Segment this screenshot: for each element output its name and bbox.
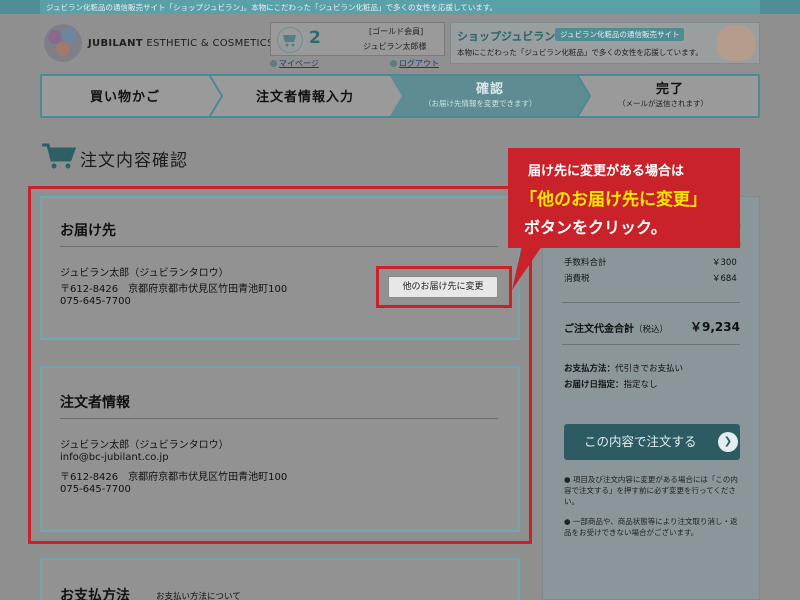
step-confirm: 確認 <box>476 82 505 97</box>
logo-petal-icon <box>56 42 70 56</box>
callout-emphasis: 「他のお届け先に変更」 <box>520 190 707 210</box>
logo-petal-icon <box>62 28 76 42</box>
person-icon <box>270 60 277 67</box>
shop-banner[interactable]: ショップジュビラン ジュビラン化粧品の通信販売サイト 本物にこだわった「ジュビラ… <box>450 22 760 64</box>
summary-fee-label: 手数料合計 <box>564 258 607 268</box>
cart-icon <box>277 27 303 53</box>
delivery-date-value: 指定なし <box>623 380 658 390</box>
step-confirm-sub: （お届け先情報を変更できます） <box>424 99 537 108</box>
summary-total-value: ￥9,234 <box>690 320 740 334</box>
summary-note-1: ● 項目及び注文内容に変更がある場合には「この内容で注文する」を押す前に必ず変更… <box>564 475 738 506</box>
step-orderer-info: 注文者情報入力 <box>256 90 355 105</box>
summary-tax-value: ￥684 <box>712 274 737 284</box>
cart-icon-svg <box>283 35 296 47</box>
payment-info-link[interactable]: お支払い方法について <box>156 590 241 600</box>
summary-note-2: ● 一部商品や、商品状態等により注文取り消し・返品をお受けできない場合がございま… <box>564 517 738 537</box>
top-bar-text: ジュビラン化粧品の通信販売サイト「ショップジュビラン」。本物にこだわった「ジュビ… <box>46 3 498 12</box>
cart-title-icon <box>42 143 76 169</box>
member-rank: [ゴールド会員] <box>369 27 424 36</box>
summary-fee-value: ￥300 <box>712 258 737 268</box>
step-complete-sub: （メールが送信されます） <box>618 99 708 108</box>
member-name: ジュビラン太郎様 <box>363 42 427 51</box>
summary-divider-2 <box>562 344 740 345</box>
logout-link[interactable]: ログアウト <box>390 58 439 69</box>
summary-total-label: ご注文代金合計（税込） <box>564 320 668 335</box>
cart-count: 2 <box>309 28 321 48</box>
banner-subtitle: 本物にこだわった「ジュビラン化粧品」で多くの女性を応援しています。 <box>457 48 703 57</box>
callout-pointer <box>512 246 542 290</box>
delivery-date-label: お届け日指定： <box>564 380 624 390</box>
logout-icon <box>390 60 397 67</box>
arrow-right-icon: ❯ <box>718 432 738 452</box>
payment-method-value: 代引きでお支払い <box>615 364 684 374</box>
logout-label: ログアウト <box>399 59 439 68</box>
banner-model-image <box>717 25 755 61</box>
payment-method-row: お支払方法：代引きでお支払い <box>564 362 683 374</box>
step-cart: 買い物かご <box>90 90 161 105</box>
delivery-date-row: お届け日指定：指定なし <box>564 378 658 390</box>
place-order-button[interactable]: この内容で注文する <box>564 424 740 460</box>
summary-divider <box>562 302 740 303</box>
logo-brand: JUBILANT <box>88 38 143 49</box>
logo-tagline: ESTHETIC & COSMETICS <box>142 38 274 49</box>
callout-line-3: ボタンをクリック。 <box>524 218 667 237</box>
banner-pill: ジュビラン化粧品の通信販売サイト <box>555 28 685 41</box>
logo-mark[interactable] <box>44 24 82 62</box>
site-logo-text[interactable]: JUBILANT ESTHETIC & COSMETICS <box>88 38 274 49</box>
total-tax-note: （税込） <box>634 325 669 335</box>
step-complete: 完了 <box>656 82 685 97</box>
payment-method-label: お支払方法： <box>564 364 616 374</box>
mypage-link[interactable]: マイページ <box>270 58 319 69</box>
summary-tax-label: 消費税 <box>564 274 590 284</box>
total-label-text: ご注文代金合計 <box>564 324 634 335</box>
payment-heading: お支払方法 <box>60 588 130 600</box>
banner-title: ショップジュビラン <box>457 30 556 43</box>
mypage-label: マイページ <box>279 59 319 68</box>
cart-summary[interactable]: 2 [ゴールド会員] ジュビラン太郎様 <box>270 22 445 56</box>
page-title: 注文内容確認 <box>80 151 188 171</box>
callout-line-1: 届け先に変更がある場合は <box>528 164 685 179</box>
callout-line-2: 「他のお届け先に変更」 <box>520 185 707 210</box>
panels-highlight <box>28 186 532 544</box>
